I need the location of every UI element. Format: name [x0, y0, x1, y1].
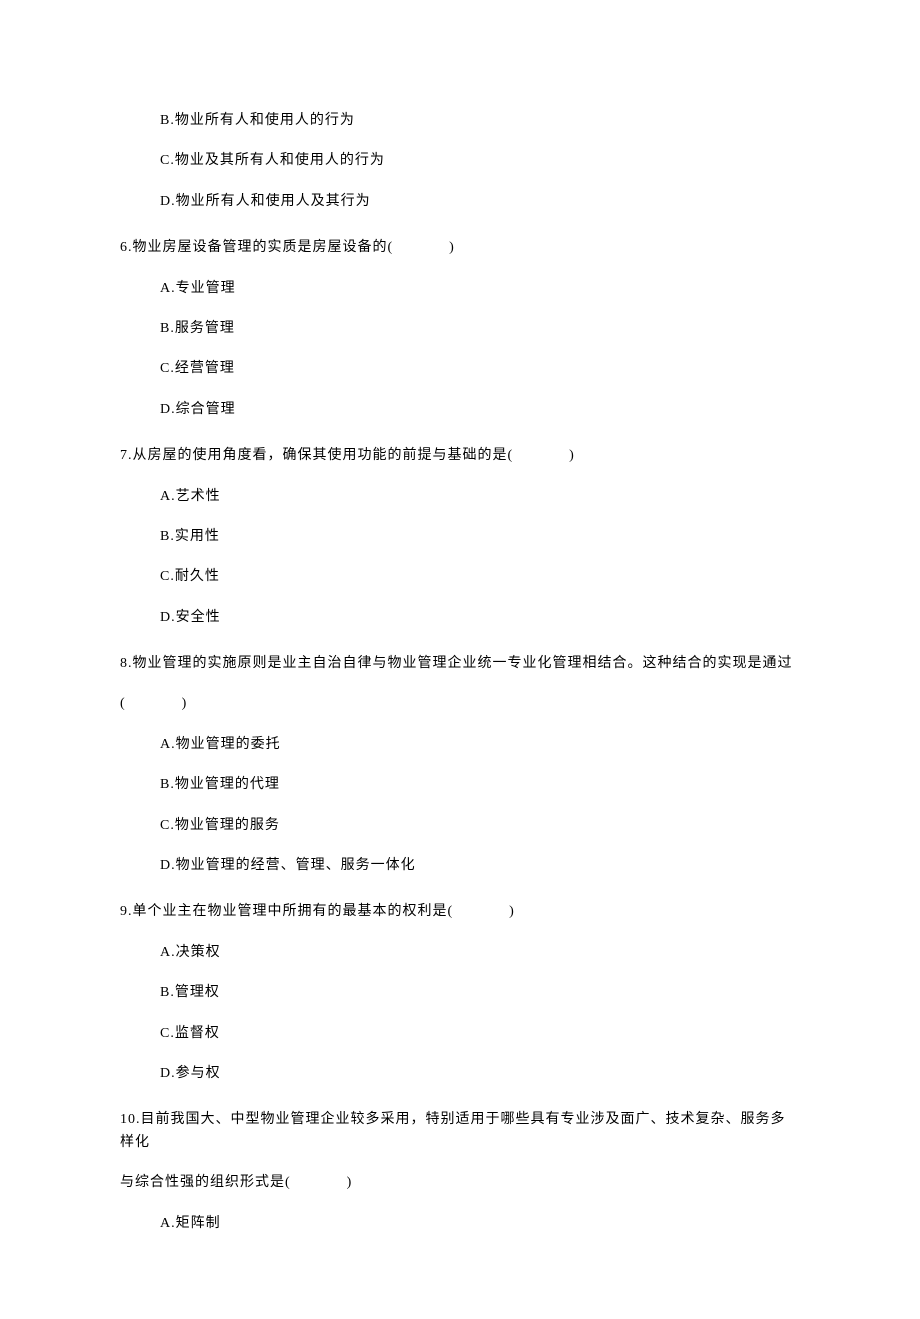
q8-line2-post: )	[182, 696, 188, 711]
q8-line2: ()	[120, 693, 800, 715]
q5-option-c: C.物业及其所有人和使用人的行为	[120, 150, 800, 172]
question-9: 9.单个业主在物业管理中所拥有的最基本的权利是() A.决策权 B.管理权 C.…	[120, 901, 800, 1085]
q6-option-b: B.服务管理	[120, 318, 800, 340]
q6-text-post: )	[449, 240, 455, 255]
q9-option-d: D.参与权	[120, 1063, 800, 1085]
q10-line2-pre: 与综合性强的组织形式是(	[120, 1175, 291, 1190]
q9-option-c: C.监督权	[120, 1023, 800, 1045]
q8-line2-pre: (	[120, 696, 126, 711]
q6-option-a: A.专业管理	[120, 278, 800, 300]
q10-line2-post: )	[347, 1175, 353, 1190]
q9-text-post: )	[509, 904, 515, 919]
q9-text: 9.单个业主在物业管理中所拥有的最基本的权利是()	[120, 901, 800, 923]
q6-text: 6.物业房屋设备管理的实质是房屋设备的()	[120, 237, 800, 259]
q7-text: 7.从房屋的使用角度看，确保其使用功能的前提与基础的是()	[120, 445, 800, 467]
question-8: 8.物业管理的实施原则是业主自治自律与物业管理企业统一专业化管理相结合。这种结合…	[120, 653, 800, 877]
q7-option-b: B.实用性	[120, 526, 800, 548]
q9-text-pre: 9.单个业主在物业管理中所拥有的最基本的权利是(	[120, 904, 453, 919]
question-5-partial: B.物业所有人和使用人的行为 C.物业及其所有人和使用人的行为 D.物业所有人和…	[120, 110, 800, 213]
q9-option-b: B.管理权	[120, 982, 800, 1004]
q9-option-a: A.决策权	[120, 942, 800, 964]
question-7: 7.从房屋的使用角度看，确保其使用功能的前提与基础的是() A.艺术性 B.实用…	[120, 445, 800, 629]
q10-option-a: A.矩阵制	[120, 1213, 800, 1235]
q8-option-a: A.物业管理的委托	[120, 734, 800, 756]
q8-option-d: D.物业管理的经营、管理、服务一体化	[120, 855, 800, 877]
q10-line2: 与综合性强的组织形式是()	[120, 1172, 800, 1194]
q5-option-b: B.物业所有人和使用人的行为	[120, 110, 800, 132]
q7-text-post: )	[569, 448, 575, 463]
q7-option-a: A.艺术性	[120, 486, 800, 508]
q6-text-pre: 6.物业房屋设备管理的实质是房屋设备的(	[120, 240, 393, 255]
q6-option-c: C.经营管理	[120, 358, 800, 380]
q5-option-d: D.物业所有人和使用人及其行为	[120, 191, 800, 213]
question-6: 6.物业房屋设备管理的实质是房屋设备的() A.专业管理 B.服务管理 C.经营…	[120, 237, 800, 421]
q6-option-d: D.综合管理	[120, 399, 800, 421]
q8-line1: 8.物业管理的实施原则是业主自治自律与物业管理企业统一专业化管理相结合。这种结合…	[120, 653, 800, 675]
q8-option-b: B.物业管理的代理	[120, 774, 800, 796]
q7-text-pre: 7.从房屋的使用角度看，确保其使用功能的前提与基础的是(	[120, 448, 513, 463]
q7-option-d: D.安全性	[120, 607, 800, 629]
q7-option-c: C.耐久性	[120, 566, 800, 588]
q8-option-c: C.物业管理的服务	[120, 815, 800, 837]
q10-line1: 10.目前我国大、中型物业管理企业较多采用，特别适用于哪些具有专业涉及面广、技术…	[120, 1109, 800, 1154]
question-10: 10.目前我国大、中型物业管理企业较多采用，特别适用于哪些具有专业涉及面广、技术…	[120, 1109, 800, 1235]
